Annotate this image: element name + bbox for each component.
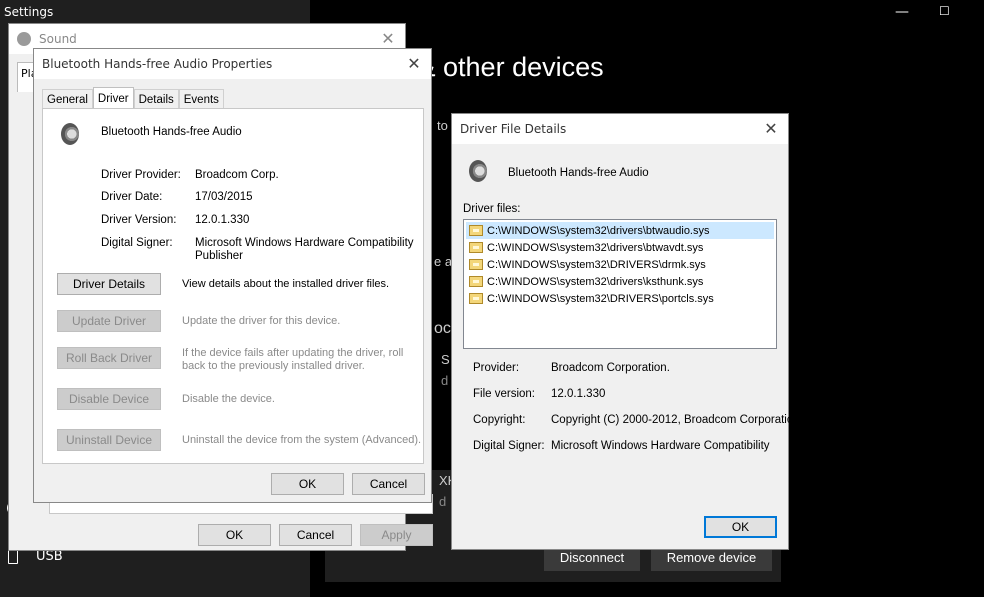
- speaker-icon: [59, 121, 83, 147]
- signer-value: Microsoft Windows Hardware Compatibility: [551, 440, 770, 452]
- file-path: C:\WINDOWS\system32\drivers\ksthunk.sys: [487, 275, 704, 288]
- copyright-value: Copyright (C) 2000-2012, Broadcom Corpor…: [551, 414, 803, 426]
- file-path: C:\WINDOWS\system32\drivers\btwaudio.sys: [487, 224, 710, 237]
- bg-text-fragment: S: [441, 352, 450, 367]
- signer-value: Microsoft Windows Hardware Compatibility…: [195, 237, 414, 263]
- tab-general[interactable]: General: [42, 89, 93, 109]
- file-icon: [469, 259, 483, 270]
- sound-icon: [17, 32, 31, 46]
- driver-details-desc: View details about the installed driver …: [182, 278, 390, 290]
- tab-strip: General Driver Details Events: [42, 87, 224, 109]
- maximize-icon[interactable]: ☐: [939, 4, 950, 18]
- driver-tab-panel: Bluetooth Hands-free Audio Driver Provid…: [42, 108, 424, 464]
- driver-files-label: Driver files:: [463, 203, 521, 215]
- desktop: Settings — ☐ h & other devices to e a oc…: [0, 0, 984, 597]
- minimize-icon[interactable]: —: [895, 4, 909, 20]
- settings-title: Settings: [4, 5, 54, 19]
- ok-button[interactable]: OK: [198, 524, 271, 546]
- bg-text-fragment: to: [437, 118, 448, 133]
- properties-titlebar: Bluetooth Hands-free Audio Properties: [34, 49, 431, 79]
- close-icon[interactable]: ✕: [379, 29, 397, 48]
- bg-text-fragment: oc: [434, 320, 451, 337]
- file-icon: [469, 225, 483, 236]
- disable-device-button[interactable]: Disable Device: [57, 388, 161, 410]
- bg-text-fragment: d: [441, 373, 449, 388]
- cancel-button[interactable]: Cancel: [279, 524, 352, 546]
- ok-button[interactable]: OK: [271, 473, 344, 495]
- ok-button[interactable]: OK: [704, 516, 777, 538]
- file-version-value: 12.0.1.330: [551, 388, 606, 400]
- window-title: Sound: [39, 32, 77, 46]
- tab-events[interactable]: Events: [178, 89, 224, 109]
- device-name: Bluetooth Hands-free Audio: [101, 126, 242, 138]
- roll-back-driver-button[interactable]: Roll Back Driver: [57, 347, 161, 369]
- version-value: 12.0.1.330: [195, 214, 250, 226]
- file-path: C:\WINDOWS\system32\drivers\btwavdt.sys: [487, 241, 704, 254]
- details-titlebar: Driver File Details: [452, 114, 788, 144]
- provider-label: Driver Provider:: [101, 169, 181, 181]
- tab-driver[interactable]: Driver: [92, 87, 134, 109]
- window-title: Bluetooth Hands-free Audio Properties: [42, 57, 273, 71]
- file-path: C:\WINDOWS\system32\DRIVERS\portcls.sys: [487, 292, 714, 305]
- update-driver-desc: Update the driver for this device.: [182, 315, 341, 327]
- signer-label: Digital Signer:: [101, 237, 173, 249]
- list-item[interactable]: C:\WINDOWS\system32\drivers\btwavdt.sys: [466, 239, 774, 256]
- speaker-icon: [467, 158, 491, 184]
- window-title: Driver File Details: [460, 122, 567, 136]
- update-driver-button[interactable]: Update Driver: [57, 310, 161, 332]
- date-value: 17/03/2015: [195, 191, 253, 203]
- provider-value: Broadcom Corp.: [195, 169, 279, 181]
- list-item[interactable]: C:\WINDOWS\system32\drivers\ksthunk.sys: [466, 273, 774, 290]
- provider-label: Provider:: [473, 362, 520, 374]
- roll-back-driver-desc: If the device fails after updating the d…: [182, 347, 403, 373]
- file-version-label: File version:: [473, 388, 535, 400]
- device-properties-window: Bluetooth Hands-free Audio Properties ✕ …: [33, 48, 432, 503]
- desc-line: back to the previously installed driver.: [182, 360, 365, 372]
- tab-details[interactable]: Details: [133, 89, 179, 109]
- signer-value-line: Publisher: [195, 250, 243, 262]
- device-name: Bluetooth Hands-free Audio: [508, 167, 649, 179]
- provider-value: Broadcom Corporation.: [551, 362, 670, 374]
- disable-device-desc: Disable the device.: [182, 393, 275, 405]
- bg-text-fragment: d: [439, 494, 447, 509]
- close-icon[interactable]: ✕: [762, 119, 780, 138]
- apply-button[interactable]: Apply: [360, 524, 433, 546]
- bg-text-fragment: e a: [434, 254, 453, 269]
- list-item[interactable]: C:\WINDOWS\system32\drivers\btwaudio.sys: [466, 222, 774, 239]
- uninstall-device-desc: Uninstall the device from the system (Ad…: [182, 434, 422, 446]
- list-item[interactable]: C:\WINDOWS\system32\DRIVERS\drmk.sys: [466, 256, 774, 273]
- driver-file-details-window: Driver File Details ✕ Bluetooth Hands-fr…: [451, 113, 803, 550]
- version-label: Driver Version:: [101, 214, 177, 226]
- file-icon: [469, 293, 483, 304]
- uninstall-device-button[interactable]: Uninstall Device: [57, 429, 161, 451]
- date-label: Driver Date:: [101, 191, 163, 203]
- file-icon: [469, 242, 483, 253]
- copyright-label: Copyright:: [473, 414, 526, 426]
- file-icon: [469, 276, 483, 287]
- signer-label: Digital Signer:: [473, 440, 545, 452]
- desc-line: If the device fails after updating the d…: [182, 347, 404, 359]
- file-path: C:\WINDOWS\system32\DRIVERS\drmk.sys: [487, 258, 706, 271]
- driver-files-list[interactable]: C:\WINDOWS\system32\drivers\btwaudio.sys…: [463, 219, 777, 349]
- close-icon[interactable]: ✕: [405, 54, 423, 73]
- signer-value-line: Microsoft Windows Hardware Compatibility: [195, 237, 414, 249]
- driver-details-button[interactable]: Driver Details: [57, 273, 161, 295]
- cancel-button[interactable]: Cancel: [352, 473, 425, 495]
- list-item[interactable]: C:\WINDOWS\system32\DRIVERS\portcls.sys: [466, 290, 774, 307]
